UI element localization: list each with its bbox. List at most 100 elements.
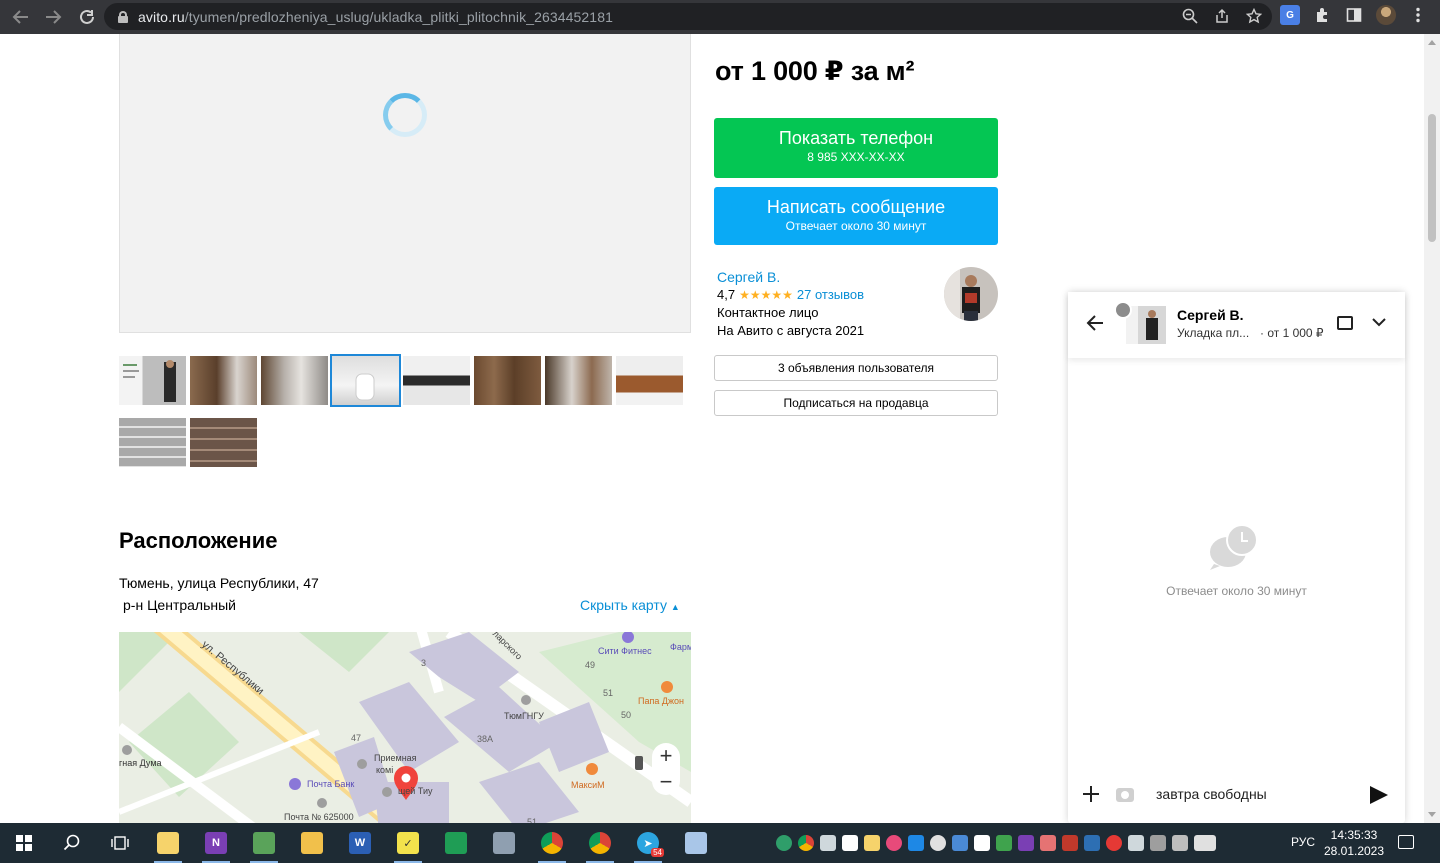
- chevron-down-icon[interactable]: [1372, 314, 1386, 332]
- loading-spinner: [383, 93, 427, 137]
- map-label: Папа Джон: [638, 696, 684, 706]
- chat-listing-price: · от 1 000 ₽: [1260, 326, 1324, 340]
- thumbnail[interactable]: [261, 356, 328, 405]
- zoom-in-button[interactable]: +: [652, 743, 680, 769]
- user-ads-button[interactable]: 3 объявления пользователя: [714, 355, 998, 381]
- share-icon[interactable]: [1214, 8, 1230, 29]
- taskbar-app-tool[interactable]: [480, 823, 528, 863]
- bookmark-star-icon[interactable]: [1245, 7, 1263, 29]
- scroll-down-arrow-icon[interactable]: [1428, 812, 1436, 817]
- district: р-н Центральный: [123, 597, 237, 613]
- tray-clock-icon[interactable]: [930, 835, 946, 851]
- forward-icon[interactable]: [38, 3, 68, 31]
- google-translate-icon[interactable]: G: [1280, 5, 1300, 25]
- back-arrow-icon[interactable]: [1086, 314, 1104, 337]
- tray-volume-icon[interactable]: [1172, 835, 1188, 851]
- tray-monitor-icon[interactable]: [820, 835, 836, 851]
- taskbar-app-editor[interactable]: [240, 823, 288, 863]
- tray-fx-icon[interactable]: [1084, 835, 1100, 851]
- scrollbar-thumb[interactable]: [1428, 114, 1436, 242]
- clock[interactable]: 14:35:33 28.01.2023: [1322, 827, 1386, 859]
- start-button[interactable]: [0, 823, 48, 863]
- telegram-badge: 54: [651, 848, 664, 857]
- taskbar-app-calculator[interactable]: [672, 823, 720, 863]
- seller-name-link[interactable]: Сергей В.: [717, 268, 864, 286]
- thumbnail[interactable]: [119, 356, 186, 405]
- chat-widget: Сергей В. Укладка пл... · от 1 000 ₽ Отв…: [1068, 292, 1405, 823]
- tray-tool-icon[interactable]: [1040, 835, 1056, 851]
- tray-onenote-icon[interactable]: [1018, 835, 1034, 851]
- reload-icon[interactable]: [72, 3, 102, 31]
- reviews-link[interactable]: 27 отзывов: [797, 287, 864, 302]
- address-block: Тюмень, улица Республики, 47 р-н Централ…: [119, 572, 319, 616]
- map-label: ТюмГНГУ: [504, 711, 544, 721]
- profile-avatar[interactable]: [1376, 5, 1396, 25]
- thumbnail[interactable]: [190, 418, 257, 467]
- tray-cloud-icon[interactable]: [996, 835, 1012, 851]
- taskbar-app-notes[interactable]: [144, 823, 192, 863]
- chat-header: Сергей В. Укладка пл... · от 1 000 ₽: [1068, 292, 1405, 358]
- tray-notes-icon[interactable]: [864, 835, 880, 851]
- page-scrollbar[interactable]: [1424, 34, 1440, 823]
- extensions-icon[interactable]: [1312, 5, 1332, 25]
- taskbar-app-word[interactable]: W: [336, 823, 384, 863]
- taskbar-app-telegram[interactable]: ➤ 54: [624, 823, 672, 863]
- map[interactable]: ул. Республики ларского гная Дума Почта …: [119, 632, 691, 823]
- camera-icon[interactable]: [1116, 788, 1134, 802]
- tray-wifi-icon[interactable]: [1150, 835, 1166, 851]
- address-bar[interactable]: avito.ru/tyumen/predlozheniya_uslug/ukla…: [104, 3, 1272, 30]
- tray-triangle-icon[interactable]: [1062, 835, 1078, 851]
- map-house-number: 49: [585, 660, 596, 670]
- response-time: Отвечает около 30 минут: [785, 219, 927, 233]
- tray-keyboard-icon[interactable]: [1194, 835, 1216, 851]
- input-language[interactable]: РУС: [1291, 835, 1315, 849]
- tray-window-icon[interactable]: [974, 835, 990, 851]
- thumbnail[interactable]: [616, 356, 683, 405]
- scroll-up-arrow-icon[interactable]: [1428, 40, 1436, 45]
- taskbar-app-chrome[interactable]: [528, 823, 576, 863]
- expand-icon[interactable]: [1337, 316, 1353, 330]
- write-message-button[interactable]: Написать сообщение Отвечает около 30 мин…: [714, 187, 998, 245]
- thumbnail[interactable]: [190, 356, 257, 405]
- map-house-number: 51: [603, 688, 614, 698]
- notifications-icon[interactable]: [1398, 835, 1414, 849]
- tray-shield-icon[interactable]: [776, 835, 792, 851]
- url-text: avito.ru/tyumen/predlozheniya_uslug/ukla…: [138, 8, 613, 25]
- side-panel-icon[interactable]: [1344, 5, 1364, 25]
- subscribe-seller-button[interactable]: Подписаться на продавца: [714, 390, 998, 416]
- tray-screenshot-icon[interactable]: [908, 835, 924, 851]
- tray-app-icon[interactable]: [952, 835, 968, 851]
- taskbar-app-sheets[interactable]: [432, 823, 480, 863]
- thumbnail[interactable]: [545, 356, 612, 405]
- zoom-icon[interactable]: [1182, 8, 1198, 29]
- attach-plus-icon[interactable]: [1082, 782, 1100, 810]
- show-phone-label: Показать телефон: [778, 128, 934, 148]
- thumbnail[interactable]: [119, 418, 186, 467]
- taskbar-app-sticky[interactable]: ✓: [384, 823, 432, 863]
- seller-avatar[interactable]: [944, 267, 998, 321]
- send-icon[interactable]: [1370, 786, 1388, 804]
- chat-message-input[interactable]: завтра свободны: [1156, 786, 1267, 802]
- menu-kebab-icon[interactable]: [1408, 5, 1428, 25]
- main-photo-viewer[interactable]: [119, 34, 691, 333]
- chat-listing-thumbnail: [1126, 306, 1166, 344]
- thumbnail[interactable]: [403, 356, 470, 405]
- show-phone-button[interactable]: Показать телефон 8 985 XXX-XX-XX: [714, 118, 998, 178]
- windows-logo-icon: [16, 835, 32, 851]
- tray-red-icon[interactable]: [1106, 835, 1122, 851]
- taskbar-app-onenote[interactable]: N: [192, 823, 240, 863]
- thumbnail-selected[interactable]: [330, 354, 401, 407]
- thumbnail[interactable]: [474, 356, 541, 405]
- taskbar-app-explorer[interactable]: [288, 823, 336, 863]
- hide-map-link[interactable]: Скрыть карту ▲: [580, 597, 680, 613]
- tray-battery-icon[interactable]: [1128, 835, 1144, 851]
- map-label: Сити Фитнес: [598, 646, 652, 656]
- map-label: МаксиМ: [571, 780, 605, 790]
- tray-chrome-icon[interactable]: [798, 835, 814, 851]
- tray-file-icon[interactable]: [842, 835, 858, 851]
- search-icon[interactable]: [48, 823, 96, 863]
- back-icon[interactable]: [6, 3, 36, 31]
- taskbar-app-chrome-2[interactable]: [576, 823, 624, 863]
- tray-target-icon[interactable]: [886, 835, 902, 851]
- task-view-icon[interactable]: [96, 823, 144, 863]
